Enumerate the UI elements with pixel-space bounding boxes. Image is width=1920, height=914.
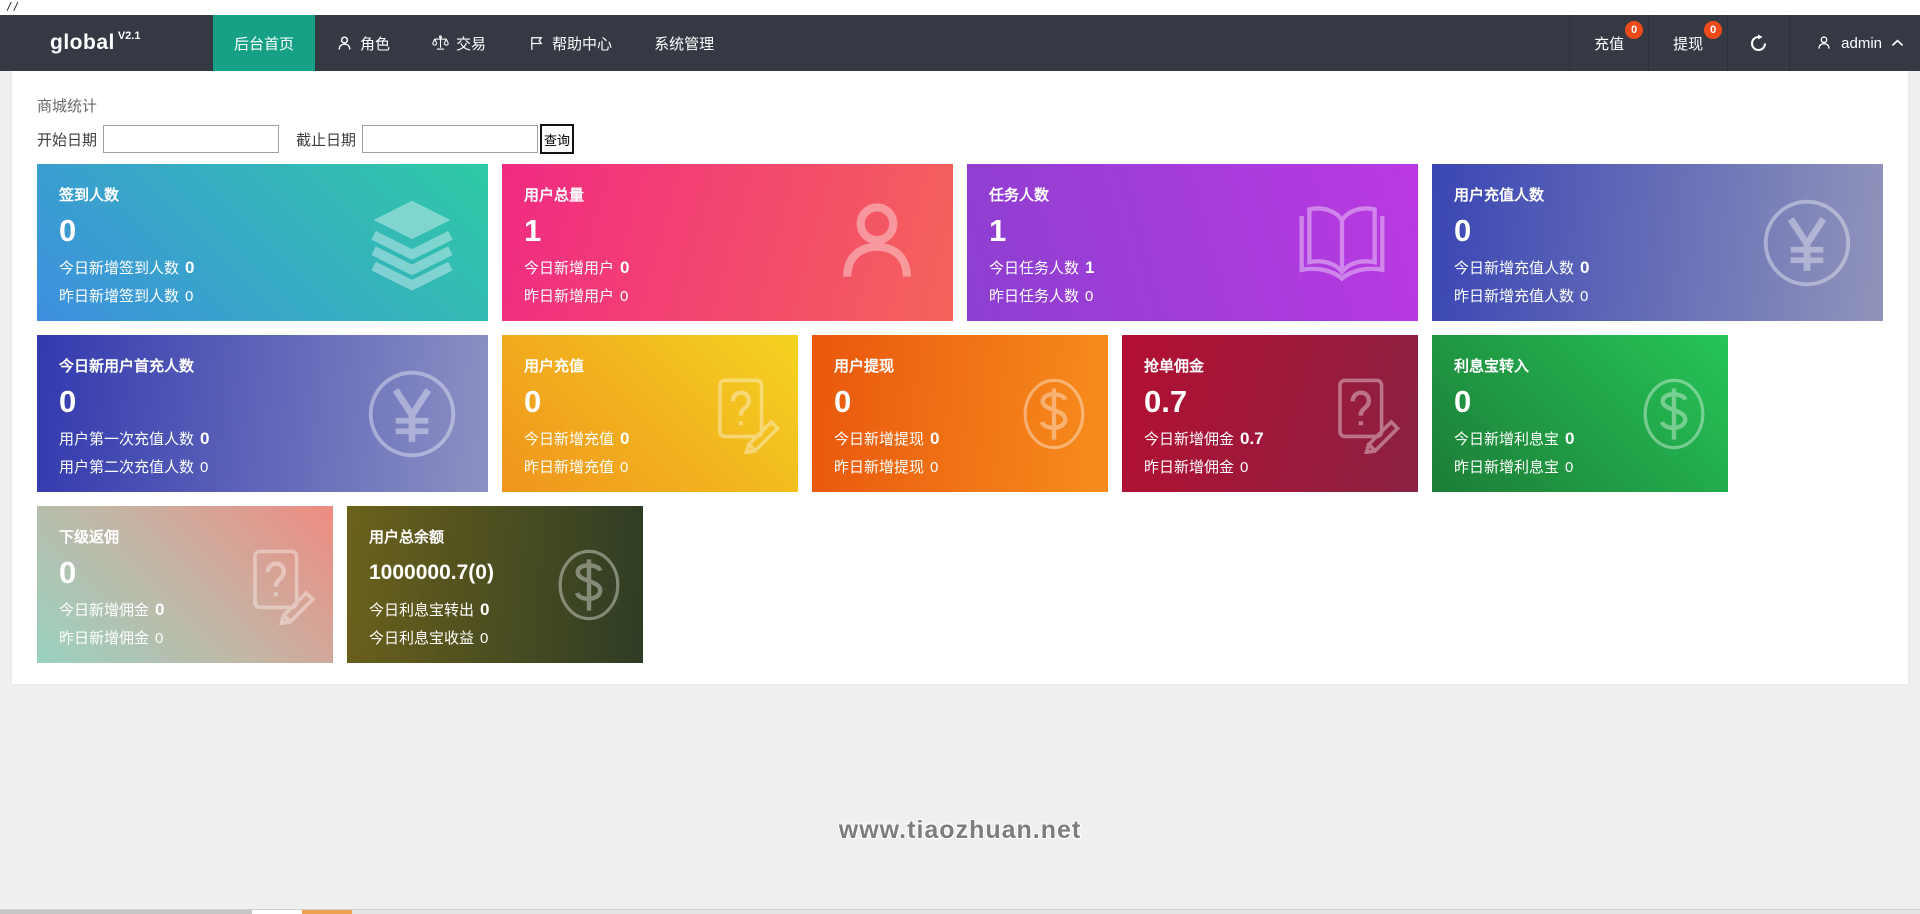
brand-version: V2.1	[118, 30, 141, 42]
query-button[interactable]: 查询	[540, 124, 574, 154]
file-question-icon	[1324, 374, 1404, 454]
bottom-strip-gray-segment	[0, 910, 252, 914]
yen-icon	[1759, 195, 1855, 291]
user-icon	[829, 195, 925, 291]
refresh-icon	[1749, 34, 1768, 53]
file-question-icon	[704, 374, 784, 454]
bottom-strip	[0, 909, 1920, 914]
refresh-button[interactable]	[1727, 15, 1789, 71]
stat-card-line: 用户第二次充值人数0	[59, 460, 466, 475]
stat-card: 用户总量 1 今日新增用户0 昨日新增用户0	[502, 164, 953, 321]
stat-card: 用户提现 0 今日新增提现0 昨日新增提现0	[812, 335, 1108, 492]
stat-card-line: 昨日新增签到人数0	[59, 289, 466, 304]
stat-card-line: 今日利息宝收益0	[369, 631, 621, 646]
stat-card-line: 昨日新增佣金0	[59, 631, 311, 646]
stat-card: 下级返佣 0 今日新增佣金0 昨日新增佣金0	[37, 506, 333, 663]
nav-action-0[interactable]: 充值0	[1569, 15, 1648, 71]
navbar-right: 充值0提现0 admin	[1569, 15, 1920, 71]
stat-card-line: 昨日新增提现0	[834, 460, 1086, 475]
menu-item-2[interactable]: 交易	[411, 15, 507, 71]
dollar-icon	[549, 545, 629, 625]
start-date-label: 开始日期	[37, 129, 97, 150]
stat-card-line: 昨日新增用户0	[524, 289, 931, 304]
stats-cards: 签到人数 0 今日新增签到人数0 昨日新增签到人数0 用户总量 1 今日新增用户…	[37, 164, 1883, 663]
stat-card-title: 利息宝转入	[1454, 359, 1706, 374]
section-title: 商城统计	[37, 95, 1883, 116]
user-menu[interactable]: admin	[1789, 15, 1920, 71]
stat-card-line: 昨日新增充值人数0	[1454, 289, 1861, 304]
brand[interactable]: global V2.1	[0, 15, 213, 71]
navbar-actions: 充值0提现0	[1569, 15, 1727, 71]
user-icon	[336, 35, 353, 52]
end-date-input[interactable]	[362, 125, 538, 153]
navbar-menu: 后台首页角色交易帮助中心系统管理	[213, 15, 735, 71]
top-note: //	[0, 0, 1920, 15]
stat-card: 今日新用户首充人数 0 用户第一次充值人数0 用户第二次充值人数0	[37, 335, 488, 492]
stat-card-line: 昨日新增充值0	[524, 460, 776, 475]
scales-icon	[432, 35, 449, 52]
menu-item-4[interactable]: 系统管理	[633, 15, 735, 71]
layers-icon	[364, 195, 460, 291]
stat-card: 抢单佣金 0.7 今日新增佣金0.7 昨日新增佣金0	[1122, 335, 1418, 492]
menu-item-1[interactable]: 角色	[315, 15, 411, 71]
user-icon	[1816, 35, 1832, 51]
menu-item-0[interactable]: 后台首页	[213, 15, 315, 71]
stat-card: 用户充值 0 今日新增充值0 昨日新增充值0	[502, 335, 798, 492]
nav-action-1[interactable]: 提现0	[1648, 15, 1727, 71]
stat-card-title: 用户总余额	[369, 530, 621, 545]
filter-row: 开始日期 截止日期 查询	[37, 124, 1883, 154]
bottom-strip-white-segment	[252, 910, 302, 914]
stat-card-line: 昨日新增佣金0	[1144, 460, 1396, 475]
stat-card-title: 用户充值	[524, 359, 776, 374]
chevron-up-icon	[1891, 39, 1904, 47]
notification-badge: 0	[1625, 21, 1643, 39]
navbar: global V2.1 后台首页角色交易帮助中心系统管理 充值0提现0 admi…	[0, 15, 1920, 71]
brand-name: global	[50, 31, 115, 55]
menu-item-3[interactable]: 帮助中心	[507, 15, 633, 71]
start-date-input[interactable]	[103, 125, 279, 153]
stat-card: 用户充值人数 0 今日新增充值人数0 昨日新增充值人数0	[1432, 164, 1883, 321]
stat-card: 利息宝转入 0 今日新增利息宝0 昨日新增利息宝0	[1432, 335, 1728, 492]
stat-card: 任务人数 1 今日任务人数1 昨日任务人数0	[967, 164, 1418, 321]
notification-badge: 0	[1704, 21, 1722, 39]
user-name: admin	[1841, 35, 1882, 52]
dollar-icon	[1634, 374, 1714, 454]
stat-card: 用户总余额 1000000.7(0) 今日利息宝转出0 今日利息宝收益0	[347, 506, 643, 663]
end-date-label: 截止日期	[296, 129, 356, 150]
dollar-icon	[1014, 374, 1094, 454]
stat-card-line: 昨日任务人数0	[989, 289, 1396, 304]
stat-card-title: 抢单佣金	[1144, 359, 1396, 374]
stat-card-title: 下级返佣	[59, 530, 311, 545]
stat-card: 签到人数 0 今日新增签到人数0 昨日新增签到人数0	[37, 164, 488, 321]
bottom-strip-orange-segment	[302, 910, 352, 914]
stat-card-line: 昨日新增利息宝0	[1454, 460, 1706, 475]
book-icon	[1294, 195, 1390, 291]
stat-card-title: 用户提现	[834, 359, 1086, 374]
yen-icon	[364, 366, 460, 462]
file-question-icon	[239, 545, 319, 625]
watermark: www.tiaozhuan.net	[839, 816, 1081, 845]
content-panel: 商城统计 开始日期 截止日期 查询 签到人数 0 今日新增签到人数0 昨日新增签…	[12, 71, 1908, 684]
flag-icon	[528, 35, 545, 52]
